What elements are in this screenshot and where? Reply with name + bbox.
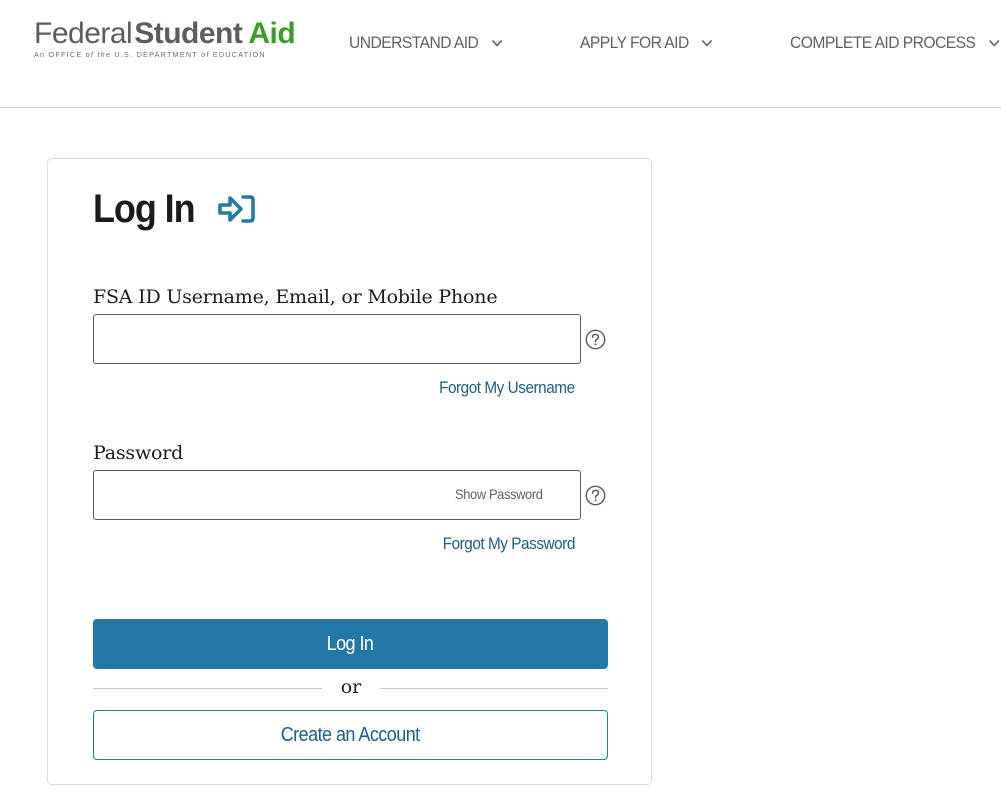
create-account-label: Create an Account — [281, 723, 420, 746]
login-button-label: Log In — [327, 632, 374, 655]
nav-label: UNDERSTAND AID — [349, 33, 479, 52]
or-divider: or — [93, 675, 608, 701]
nav-apply-for-aid[interactable]: APPLY FOR AID — [580, 30, 714, 56]
site-header: FederalStudent Aid An OFFICE of the U.S. … — [0, 0, 1001, 108]
create-account-button[interactable]: Create an Account — [93, 710, 608, 760]
chevron-down-icon — [491, 39, 502, 47]
login-button[interactable]: Log In — [93, 619, 608, 669]
login-card: Log In FSA ID Username, Email, or Mobile… — [47, 158, 652, 785]
divider-line — [93, 688, 322, 689]
question-circle-icon[interactable] — [585, 329, 606, 350]
username-input[interactable] — [93, 314, 581, 364]
forgot-password-link[interactable]: Forgot My Password — [443, 534, 576, 554]
nav-label: COMPLETE AID PROCESS — [790, 33, 976, 52]
chevron-down-icon — [702, 39, 713, 47]
or-text: or — [340, 676, 362, 698]
chevron-down-icon — [988, 39, 999, 47]
question-circle-icon[interactable] — [585, 485, 606, 506]
login-arrow-icon — [217, 195, 255, 223]
main-nav: UNDERSTAND AID APPLY FOR AID COMPLETE AI… — [0, 30, 1001, 56]
username-label: FSA ID Username, Email, or Mobile Phone — [93, 286, 498, 308]
forgot-username-link[interactable]: Forgot My Username — [439, 378, 575, 398]
divider-line — [380, 688, 608, 689]
login-title-row: Log In — [93, 185, 256, 233]
page-title: Log In — [93, 187, 196, 231]
password-label: Password — [93, 442, 184, 464]
nav-complete-aid-process[interactable]: COMPLETE AID PROCESS — [790, 30, 1001, 56]
nav-label: APPLY FOR AID — [580, 33, 689, 52]
show-password-toggle[interactable]: Show Password — [455, 486, 543, 502]
nav-understand-aid[interactable]: UNDERSTAND AID — [349, 30, 504, 56]
